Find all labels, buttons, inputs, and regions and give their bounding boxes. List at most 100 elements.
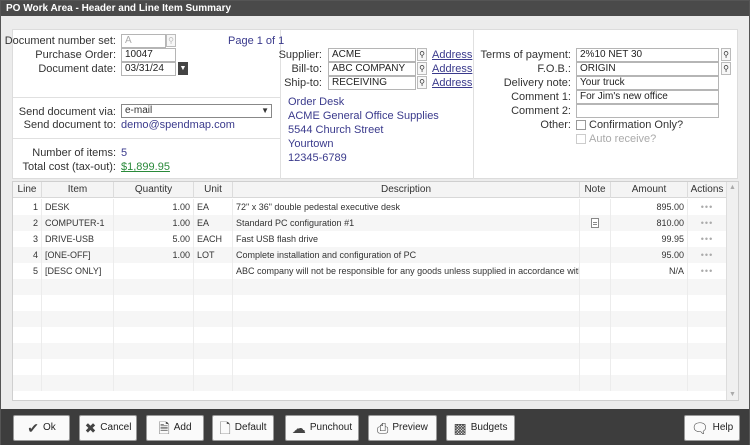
cell-amount: 95.00 [611,247,688,263]
punchout-label: Punchout [309,422,353,433]
document-date-input[interactable]: 03/31/24 [121,62,176,76]
default-label: Default [234,422,267,433]
cell-amount [611,359,688,375]
table-row[interactable]: 5 [DESC ONLY] ABC company will not be resp… [13,263,727,279]
bill-to-address-link[interactable]: Address [432,63,472,75]
send-to-label: Send document to: [23,119,116,131]
ship-to-input[interactable]: RECEIVING [328,76,416,90]
address-line: ACME General Office Supplies [288,110,439,122]
search-icon[interactable]: ⚲ [721,48,731,61]
cell-item [42,327,114,343]
row-actions-menu[interactable]: ••• [701,250,713,260]
supplier-input[interactable]: ACME [328,48,416,62]
default-button[interactable]: 🗋 Default [212,415,274,441]
cell-quantity [114,263,194,279]
cell-unit [194,343,233,359]
cell-actions [688,311,727,327]
cell-unit: EA [194,215,233,231]
column-header-actions[interactable]: Actions [688,182,727,198]
cell-unit [194,359,233,375]
search-icon[interactable]: ⚲ [721,62,731,75]
comment1-input[interactable]: For Jim's new office [576,90,719,104]
preview-button[interactable]: ⎙ Preview [368,415,437,441]
confirmation-only-checkbox[interactable] [576,120,586,130]
total-cost-link[interactable]: $1,899.95 [121,161,170,173]
close-icon: ✖ [84,420,97,436]
cell-description [233,343,580,359]
cell-item [42,295,114,311]
scroll-up-icon[interactable]: ▲ [729,184,736,191]
delivery-note-label: Delivery note: [503,77,571,89]
doc-number-set-input[interactable]: A [121,34,166,48]
column-header-quantity[interactable]: Quantity [114,182,194,198]
search-icon[interactable]: ⚲ [417,76,427,89]
ship-to-address-link[interactable]: Address [432,77,472,89]
terms-label: Terms of payment: [480,49,571,61]
help-button[interactable]: 🗨 Help [684,415,740,441]
cell-quantity [114,375,194,391]
cell-unit [194,279,233,295]
column-header-note[interactable]: Note [580,182,611,198]
add-button[interactable]: 🗎 Add [146,415,204,441]
table-row[interactable]: 4 [ONE-OFF] 1.00 LOT Complete installation a… [13,247,727,263]
row-divider [13,97,280,98]
cell-item [42,279,114,295]
line-items-grid: Line Item Quantity Unit Description Note… [12,181,739,401]
address-line: 5544 Church Street [288,124,384,136]
terms-input[interactable]: 2%10 NET 30 [576,48,719,62]
address-line: Yourtown [288,138,334,150]
comment2-input[interactable] [576,104,719,118]
cell-actions [688,343,727,359]
send-via-select[interactable]: e-mail ▼ [121,104,272,118]
column-header-description[interactable]: Description [233,182,580,198]
cell-line [13,359,42,375]
confirmation-only-label: Confirmation Only? [589,119,684,131]
num-items-value: 5 [121,147,128,159]
supplier-address-link[interactable]: Address [432,49,472,61]
column-header-item[interactable]: Item [42,182,114,198]
row-actions-menu[interactable]: ••• [701,266,713,276]
cell-amount: 99.95 [611,231,688,247]
ok-button[interactable]: ✔ Ok [13,415,70,441]
column-header-amount[interactable]: Amount [611,182,688,198]
budgets-button[interactable]: ▩ Budgets [446,415,515,441]
row-actions-menu[interactable]: ••• [701,234,713,244]
cell-note [580,327,611,343]
note-icon[interactable] [591,218,599,228]
search-icon[interactable]: ⚲ [166,34,176,47]
date-picker-button[interactable]: ▼ [178,62,188,75]
cell-line: 2 [13,215,42,231]
table-row [13,327,727,343]
cell-actions [688,327,727,343]
cell-item [42,359,114,375]
purchase-order-input[interactable]: 10047 [121,48,176,62]
bill-to-input[interactable]: ABC COMPANY [328,62,416,76]
supplier-label: Supplier: [278,49,322,61]
delivery-note-input[interactable]: Your truck [576,76,719,90]
row-actions-menu[interactable]: ••• [701,218,713,228]
cell-unit: EA [194,199,233,215]
fob-input[interactable]: ORIGIN [576,62,719,76]
row-actions-menu[interactable]: ••• [701,202,713,212]
vertical-scrollbar[interactable]: ▲ ▼ [726,182,738,400]
budgets-label: Budgets [470,422,508,433]
cell-quantity [114,327,194,343]
cell-description: Fast USB flash drive [233,231,580,247]
table-row[interactable]: 1 DESK 1.00 EA 72" x 36" double pedestal exe… [13,199,727,215]
table-row [13,311,727,327]
cell-unit [194,327,233,343]
punchout-button[interactable]: ☁ Punchout [285,415,359,441]
search-icon[interactable]: ⚲ [417,62,427,75]
table-row[interactable]: 2 COMPUTER-1 1.00 EA Standard PC configurati… [13,215,727,231]
column-header-unit[interactable]: Unit [194,182,233,198]
column-header-line[interactable]: Line [13,182,42,198]
add-document-icon: 🗎 [158,420,170,436]
auto-receive-checkbox[interactable] [576,134,586,144]
scroll-down-icon[interactable]: ▼ [729,391,736,398]
cancel-button[interactable]: ✖ Cancel [79,415,137,441]
cell-item: DESK [42,199,114,215]
table-row[interactable]: 3 DRIVE-USB 5.00 EACH Fast USB flash drive 99… [13,231,727,247]
cell-line [13,343,42,359]
search-icon[interactable]: ⚲ [417,48,427,61]
cell-item [42,311,114,327]
